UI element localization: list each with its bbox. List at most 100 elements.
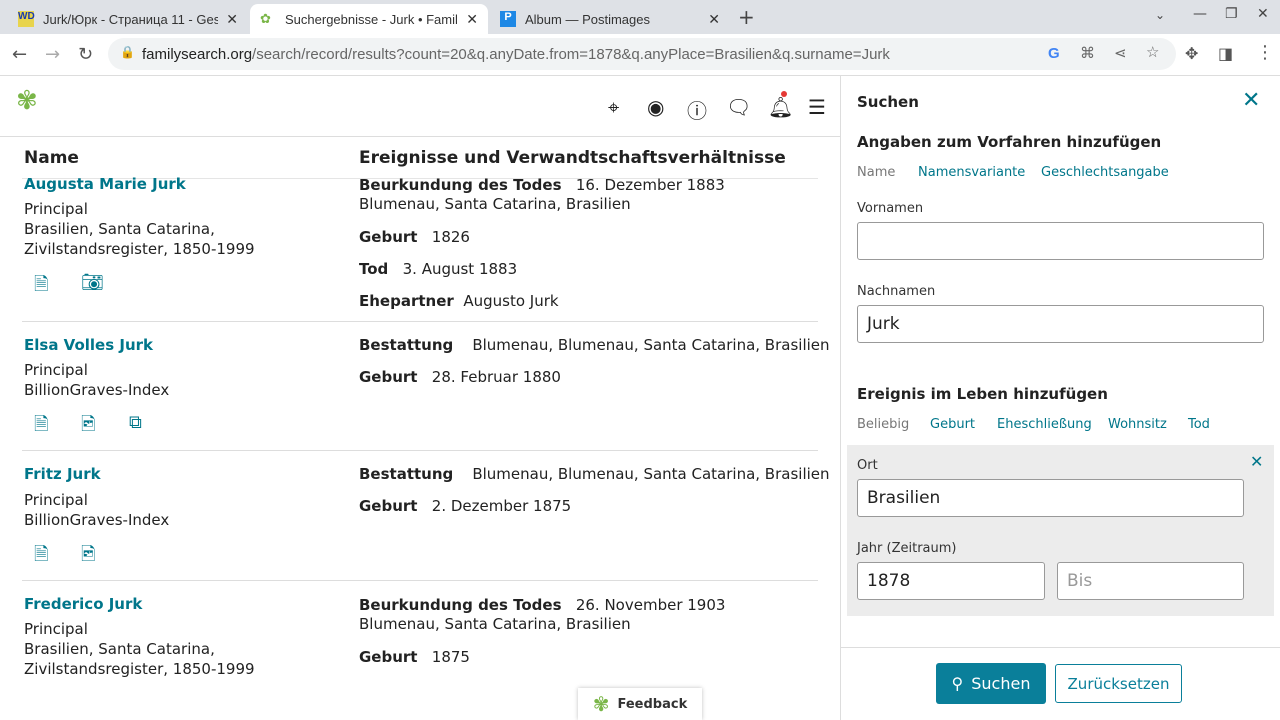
hamburger-menu-icon[interactable]: ☰ <box>808 95 826 119</box>
event-value: 28. Februar 1880 <box>431 368 561 386</box>
back-icon[interactable]: ← <box>12 44 27 65</box>
search-button[interactable]: ⚲ Suchen <box>936 663 1046 704</box>
close-tab-icon[interactable]: ✕ <box>226 11 238 28</box>
side-panel-icon[interactable]: ◨ <box>1218 44 1233 63</box>
panel-title: Suchen <box>857 93 919 111</box>
wd-favicon-icon: WD <box>18 11 35 27</box>
restore-icon[interactable]: ❐ <box>1225 6 1238 22</box>
event-label: Bestattung <box>359 336 454 354</box>
event-label: Geburt <box>359 497 418 515</box>
event-label: Bestattung <box>359 465 454 483</box>
location-pin-icon[interactable]: ⌖ <box>608 95 619 119</box>
translate-icon[interactable]: ⌘ <box>1080 44 1095 62</box>
event-label: Geburt <box>359 648 418 666</box>
divider <box>22 450 818 451</box>
globe-icon[interactable]: ◉ <box>647 95 664 119</box>
family-tree-icon[interactable]: ⧉ <box>129 412 142 433</box>
record-icon[interactable]: 🗎 <box>34 542 48 572</box>
reset-button[interactable]: Zurücksetzen <box>1055 664 1182 703</box>
place-input[interactable]: Brasilien <box>857 479 1244 517</box>
tab-name-variant[interactable]: Namensvariante <box>918 165 1025 180</box>
tab-name[interactable]: Name <box>857 165 895 180</box>
event-place: Blumenau, Santa Catarina, Brasilien <box>359 195 631 213</box>
event-tab-any[interactable]: Beliebig <box>857 417 909 432</box>
notification-dot <box>781 91 787 97</box>
result-name-link[interactable]: Fritz Jurk <box>24 465 101 483</box>
url-field[interactable]: 🔒 familysearch.org/search/record/results?… <box>108 38 1176 70</box>
familysearch-tree-icon: ✾ <box>592 692 610 716</box>
camera-icon[interactable]: 📷︎ <box>81 272 104 293</box>
event-tab-death[interactable]: Tod <box>1188 417 1210 432</box>
lock-icon: 🔒 <box>120 45 135 59</box>
google-icon[interactable]: G <box>1048 45 1060 62</box>
event-label: Geburt <box>359 368 418 386</box>
minimize-icon[interactable]: — <box>1193 6 1207 22</box>
result-collection: BillionGraves-Index <box>24 511 170 529</box>
notification-bell-icon[interactable]: 🔔︎ <box>768 95 793 119</box>
close-tab-icon[interactable]: ✕ <box>466 11 478 28</box>
event-label: Tod <box>359 260 389 278</box>
result-name-link[interactable]: Augusta Marie Jurk <box>24 175 186 193</box>
reload-icon[interactable]: ↻ <box>78 44 93 65</box>
year-from-input[interactable]: 1878 <box>857 562 1045 600</box>
feedback-button[interactable]: ✾ Feedback <box>578 688 702 720</box>
last-name-label: Nachnamen <box>857 284 936 299</box>
event-tab-marriage[interactable]: Eheschließung <box>997 417 1092 432</box>
tab-gender[interactable]: Geschlechtsangabe <box>1041 165 1169 180</box>
first-name-input[interactable] <box>857 222 1264 260</box>
event-value: Blumenau, Blumenau, Santa Catarina, Bras… <box>472 336 830 354</box>
event-label: Beurkundung des Todes <box>359 176 562 194</box>
event-tab-birth[interactable]: Geburt <box>930 417 975 432</box>
bookmark-star-icon[interactable]: ☆ <box>1146 43 1159 61</box>
event-value: 3. August 1883 <box>402 260 518 278</box>
forward-icon[interactable]: → <box>45 44 60 65</box>
result-name-link[interactable]: Frederico Jurk <box>24 595 142 613</box>
event-value: 2. Dezember 1875 <box>431 497 572 515</box>
tab-search-icon[interactable]: ⌄ <box>1155 8 1165 22</box>
event-label: Geburt <box>359 228 418 246</box>
result-role: Principal <box>24 491 88 509</box>
extensions-icon[interactable]: ✥ <box>1185 44 1198 63</box>
close-tab-icon[interactable]: ✕ <box>708 11 720 28</box>
browser-tab-bar: WD Jurk/Юрк - Страница 11 - Gesch ✕ ✿ Suche… <box>0 0 1280 34</box>
close-panel-icon[interactable]: ✕ <box>1242 88 1260 113</box>
close-window-icon[interactable]: ✕ <box>1257 6 1269 22</box>
event-value: 26. November 1903 <box>575 596 726 614</box>
tab-title: Album — Postimages <box>525 11 650 27</box>
share-icon[interactable]: ⋖ <box>1114 44 1127 62</box>
result-collection: BillionGraves-Index <box>24 381 170 399</box>
result-role: Principal <box>24 361 88 379</box>
help-icon[interactable]: ⓘ <box>687 95 707 124</box>
result-collection: Brasilien, Santa Catarina, Zivilstandsre… <box>24 640 255 678</box>
column-header-name: Name <box>24 148 79 168</box>
tab-title: Jurk/Юрк - Страница 11 - Gesch <box>43 11 219 27</box>
familysearch-logo-icon[interactable]: ✾ <box>16 86 38 116</box>
divider <box>22 321 818 322</box>
place-label: Ort <box>857 458 878 473</box>
result-name-link[interactable]: Elsa Volles Jurk <box>24 336 153 354</box>
record-image-icon[interactable]: 🖻 <box>81 412 95 442</box>
event-value: 1875 <box>431 648 470 666</box>
record-icon[interactable]: 🗎 <box>34 272 48 302</box>
chat-icon[interactable]: 🗨 <box>726 95 751 119</box>
last-name-input[interactable]: Jurk <box>857 305 1264 343</box>
familysearch-favicon-icon: ✿ <box>260 11 271 26</box>
divider <box>0 136 840 137</box>
year-to-input[interactable]: Bis <box>1057 562 1244 600</box>
event-label: Ehepartner <box>359 292 454 310</box>
remove-event-icon[interactable]: ✕ <box>1250 452 1263 471</box>
divider <box>841 647 1280 648</box>
browser-menu-icon[interactable]: ⋮ <box>1256 42 1274 63</box>
browser-tab-active[interactable]: ✿ Suchergebnisse - Jurk • FamilySe ✕ <box>250 4 488 34</box>
first-name-label: Vornamen <box>857 201 924 216</box>
url-domain: familysearch.org <box>142 46 253 63</box>
column-header-events: Ereignisse und Verwandtschaftsverhältnis… <box>359 148 786 168</box>
record-icon[interactable]: 🗎 <box>34 412 48 442</box>
record-image-icon[interactable]: 🖻 <box>81 542 95 572</box>
new-tab-icon[interactable]: + <box>738 5 755 29</box>
result-role: Principal <box>24 200 88 218</box>
event-value: Blumenau, Blumenau, Santa Catarina, Bras… <box>472 465 830 483</box>
event-tab-residence[interactable]: Wohnsitz <box>1108 417 1167 432</box>
browser-tab[interactable]: WD Jurk/Юрк - Страница 11 - Gesch ✕ <box>8 4 248 34</box>
browser-tab[interactable]: P Album — Postimages ✕ <box>490 4 730 34</box>
